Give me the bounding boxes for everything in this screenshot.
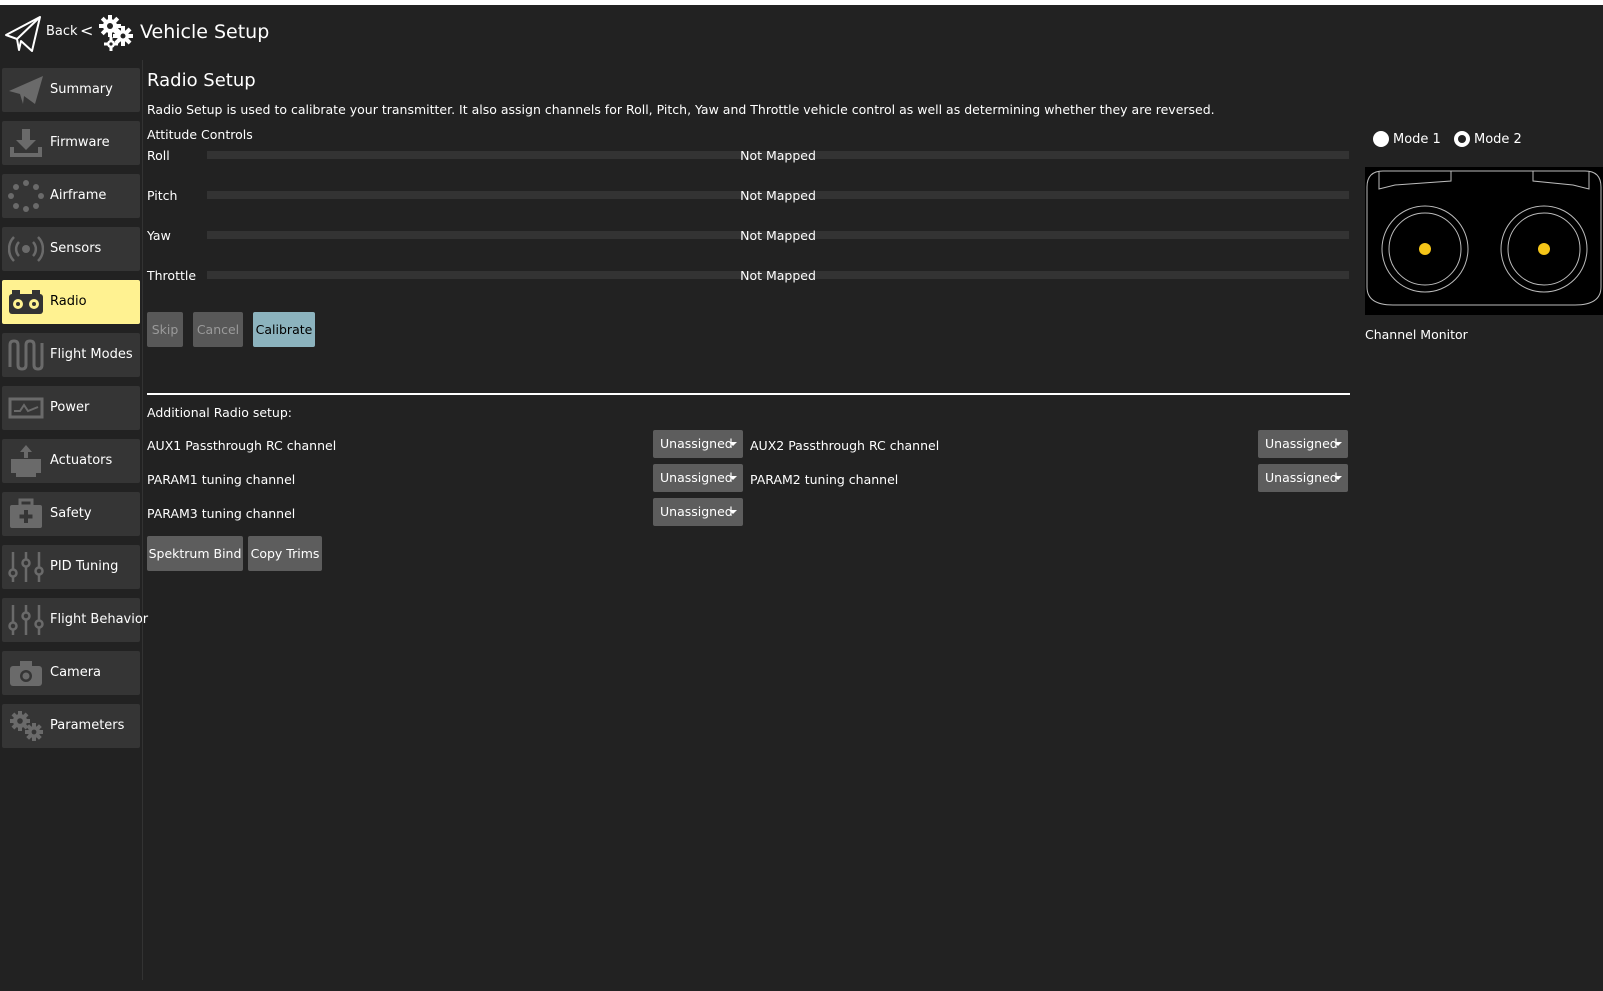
header: Back < Vehicle Setup	[0, 5, 1603, 60]
attitude-controls-title: Attitude Controls	[147, 127, 253, 142]
paper-plane-icon	[9, 76, 43, 104]
download-icon	[10, 129, 42, 157]
gears-icon	[99, 15, 133, 51]
param1-label: PARAM1 tuning channel	[147, 472, 296, 487]
channel-monitor-link[interactable]: Channel Monitor	[1365, 327, 1468, 342]
camera-icon	[10, 661, 42, 686]
sidebar-item-actuators[interactable]: Actuators	[2, 439, 140, 483]
section-title: Radio Setup	[147, 70, 256, 91]
airframe-dots-icon	[8, 180, 44, 212]
sidebar-item-label: Flight Behavior	[50, 612, 149, 627]
cancel-button[interactable]: Cancel	[193, 312, 243, 347]
sidebar-item-label: Camera	[50, 665, 102, 680]
sidebar-divider	[142, 60, 143, 980]
param3-label: PARAM3 tuning channel	[147, 506, 296, 521]
sidebar-item-label: Summary	[50, 82, 113, 97]
calibrate-button[interactable]: Calibrate	[253, 312, 315, 347]
power-icon	[8, 397, 44, 419]
skip-button[interactable]: Skip	[147, 312, 183, 347]
actuators-icon	[11, 445, 41, 477]
sidebar-item-label: Airframe	[50, 188, 107, 203]
sidebar-item-pid-tuning[interactable]: PID Tuning	[2, 545, 140, 589]
sidebar-item-flight-modes[interactable]: Flight Modes	[2, 333, 140, 377]
pitch-value: Not Mapped	[740, 188, 816, 203]
left-stick-position	[1419, 243, 1431, 255]
sidebar-item-sensors[interactable]: Sensors	[2, 227, 140, 271]
sidebar-item-label: Power	[50, 400, 90, 415]
sliders-icon	[8, 552, 44, 582]
sidebar-item-airframe[interactable]: Airframe	[2, 174, 140, 218]
sidebar-item-parameters[interactable]: Parameters	[2, 704, 140, 748]
chevron-down-icon	[729, 476, 737, 480]
chevron-down-icon	[729, 510, 737, 514]
page-title: Vehicle Setup	[140, 21, 270, 43]
sidebar-item-flight-behavior[interactable]: Flight Behavior	[2, 598, 148, 642]
yaw-value: Not Mapped	[740, 228, 816, 243]
gears-icon	[10, 711, 43, 741]
chevron-down-icon	[1334, 442, 1342, 446]
paper-plane-icon[interactable]	[4, 15, 42, 53]
roll-label: Roll	[147, 148, 170, 163]
first-aid-kit-icon	[10, 498, 42, 528]
param3-channel-select[interactable]: Unassigned	[653, 498, 743, 526]
sidebar-item-label: Safety	[50, 506, 92, 521]
additional-radio-setup-title: Additional Radio setup:	[147, 405, 292, 420]
pitch-label: Pitch	[147, 188, 178, 203]
radio-transmitter-icon	[9, 290, 43, 314]
sidebar-item-radio[interactable]: Radio	[2, 280, 140, 324]
radio-indicator	[1454, 131, 1470, 147]
copy-trims-button[interactable]: Copy Trims	[248, 536, 322, 571]
sidebar-item-summary[interactable]: Summary	[2, 68, 140, 112]
roll-value: Not Mapped	[740, 148, 816, 163]
param2-label: PARAM2 tuning channel	[750, 472, 899, 487]
breadcrumb-separator: <	[80, 21, 94, 40]
param2-channel-select[interactable]: Unassigned	[1258, 464, 1348, 492]
yaw-label: Yaw	[147, 228, 171, 243]
transmitter-panel: Mode 1 Mode 2 Channel Monitor	[1365, 130, 1603, 350]
param1-channel-select[interactable]: Unassigned	[653, 464, 743, 492]
sliders-icon	[8, 605, 44, 635]
section-description: Radio Setup is used to calibrate your tr…	[147, 102, 1215, 117]
right-stick-position	[1538, 243, 1550, 255]
chevron-down-icon	[1334, 476, 1342, 480]
sidebar-item-label: Sensors	[50, 241, 102, 256]
radio-indicator	[1373, 131, 1389, 147]
throttle-label: Throttle	[147, 268, 197, 283]
chevron-down-icon	[729, 442, 737, 446]
back-button[interactable]: Back	[46, 24, 78, 39]
sidebar-item-label: Actuators	[50, 453, 113, 468]
throttle-value: Not Mapped	[740, 268, 816, 283]
aux2-channel-select[interactable]: Unassigned	[1258, 430, 1348, 458]
sidebar-item-power[interactable]: Power	[2, 386, 140, 430]
spektrum-bind-button[interactable]: Spektrum Bind	[147, 536, 243, 571]
transmitter-sticks-diagram	[1365, 167, 1603, 315]
sidebar-item-safety[interactable]: Safety	[2, 492, 140, 536]
main-panel: Radio Setup Radio Setup is used to calib…	[147, 60, 1350, 990]
aux2-label: AUX2 Passthrough RC channel	[750, 438, 940, 453]
sidebar-item-camera[interactable]: Camera	[2, 651, 140, 695]
sidebar-item-label: Parameters	[50, 718, 125, 733]
sidebar-item-label: Radio	[50, 294, 87, 309]
sidebar-item-label: Flight Modes	[50, 347, 133, 362]
sidebar-item-label: Firmware	[50, 135, 110, 150]
aux1-channel-select[interactable]: Unassigned	[653, 430, 743, 458]
section-separator	[147, 393, 1350, 395]
aux1-label: AUX1 Passthrough RC channel	[147, 438, 337, 453]
sidebar-item-label: PID Tuning	[50, 559, 119, 574]
sidebar-item-firmware[interactable]: Firmware	[2, 121, 140, 165]
flight-modes-wave-icon	[8, 339, 44, 371]
sensors-icon	[8, 236, 44, 262]
